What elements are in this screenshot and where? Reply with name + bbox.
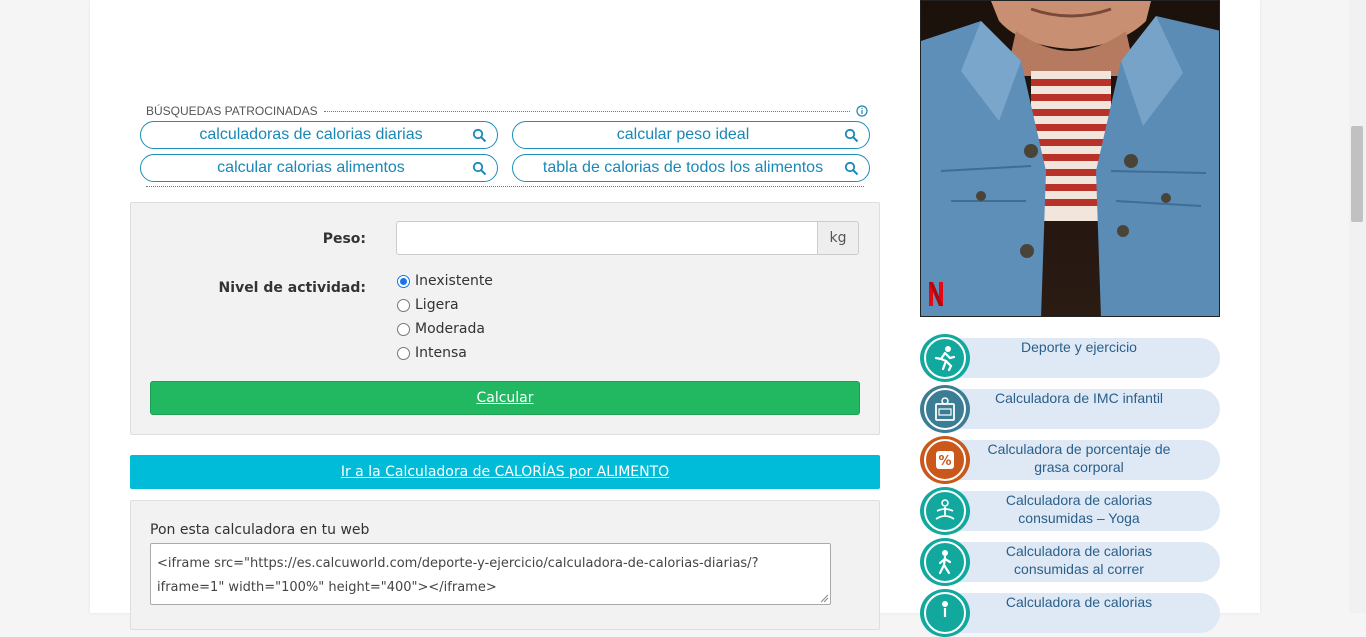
calculate-button[interactable]: Calcular [150,381,860,415]
chip-label: calcular peso ideal [616,126,750,143]
search-icon [472,128,487,143]
sidebar-item-label: Calculadora de calorias [1005,594,1153,610]
sponsored-bottom-divider [146,186,864,187]
sidebar-item-grasa-corporal[interactable]: % Calculadora de porcentaje de grasa cor… [920,436,1220,484]
running-icon [920,334,970,382]
sidebar-item-label: Calculadora de porcentaje de grasa corpo… [987,441,1171,475]
activity-option[interactable]: Intensa [397,345,467,361]
person-illustration [921,1,1219,316]
info-icon[interactable] [856,105,868,117]
sponsored-searches-header: BÚSQUEDAS PATROCINADAS [146,103,868,119]
radio-button[interactable] [397,274,410,288]
running-icon [920,538,970,586]
activity-option[interactable]: Ligera [397,297,459,313]
sidebar-item-label: Calculadora de calorias consumidas – Yog… [1005,492,1153,526]
sidebar-item-label: Calculadora de calorias consumidas al co… [1005,543,1153,577]
activity-option-label: Inexistente [415,273,493,289]
activity-level-label: Nivel de actividad: [218,280,366,296]
weight-unit: kg [817,221,859,255]
activity-option-label: Moderada [415,321,485,337]
search-icon [844,128,859,143]
activity-option-label: Intensa [415,345,467,361]
svg-text:%: % [938,454,951,469]
sidebar-item-label: Deporte y ejercicio [1021,339,1137,355]
activity-option[interactable]: Moderada [397,321,485,337]
sidebar-item-label: Calculadora de IMC infantil [994,390,1164,406]
sidebar-item-deporte[interactable]: Deporte y ejercicio [920,334,1220,382]
food-calories-link-button[interactable]: Ir a la Calculadora de CALORÍAS por ALIM… [130,455,880,489]
embed-code-textarea[interactable]: <iframe src="https://es.calcuworld.com/d… [150,543,831,605]
chip-label: calcular calorias alimentos [217,159,405,176]
weight-label: Peso: [322,231,366,247]
percent-icon: % [920,436,970,484]
radio-button[interactable] [397,298,410,312]
activity-option-label: Ligera [415,297,459,313]
sponsored-searches-title: BÚSQUEDAS PATROCINADAS [146,104,318,118]
sidebar-item-calorias[interactable]: Calculadora de calorias [920,589,1220,637]
sidebar-item-yoga[interactable]: Calculadora de calorias consumidas – Yog… [920,487,1220,535]
resize-grip-icon[interactable] [820,594,829,603]
radio-button[interactable] [397,322,410,336]
search-icon [472,161,487,176]
sidebar-item-imc-infantil[interactable]: Calculadora de IMC infantil [920,385,1220,433]
yoga-icon [920,487,970,535]
weight-input[interactable] [396,221,818,255]
sponsored-search-chip[interactable]: tabla de calorias de todos los alimentos [512,154,870,182]
sidebar-item-correr[interactable]: Calculadora de calorias consumidas al co… [920,538,1220,586]
search-icon [844,161,859,176]
chip-label: tabla de calorias de todos los alimentos [542,159,824,176]
scale-imc-icon [920,385,970,433]
activity-option[interactable]: Inexistente [397,273,493,289]
scrollbar-thumb[interactable] [1351,126,1363,222]
walking-icon [920,589,970,637]
embed-label: Pon esta calculadora en tu web [150,522,370,538]
ad-image[interactable] [920,0,1220,317]
radio-button[interactable] [397,346,410,360]
page-scrollbar[interactable] [1349,0,1366,613]
sponsored-divider [323,110,850,112]
sponsored-search-chip[interactable]: calcular calorias alimentos [140,154,498,182]
netflix-logo-icon [929,282,943,306]
chip-label: calculadoras de calorias diarias [199,126,423,143]
sponsored-search-chip[interactable]: calculadoras de calorias diarias [140,121,498,149]
sponsored-search-chip[interactable]: calcular peso ideal [512,121,870,149]
